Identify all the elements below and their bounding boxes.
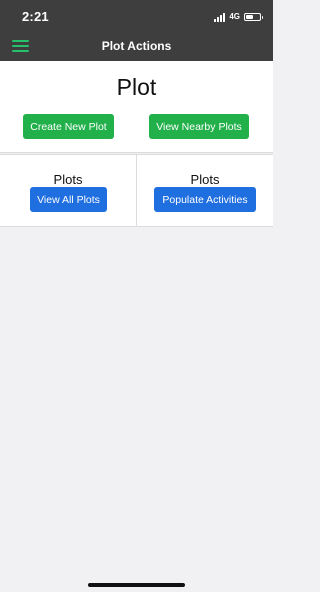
battery-icon: [244, 13, 263, 21]
signal-icon: [214, 12, 226, 22]
view-nearby-plots-button[interactable]: View Nearby Plots: [149, 114, 249, 139]
plots-left-title: Plots: [53, 172, 83, 187]
home-indicator[interactable]: [88, 583, 185, 587]
plots-right-title: Plots: [190, 172, 220, 187]
plot-heading: Plot: [116, 74, 157, 100]
app-screen: 2:21 4G Plot Actions Plot Create New Plo…: [0, 0, 273, 592]
top-bar: 2:21 4G Plot Actions: [0, 0, 273, 61]
battery-fill: [246, 15, 253, 19]
plot-section: Plot Create New Plot View Nearby Plots: [0, 61, 273, 153]
view-all-plots-button[interactable]: View All Plots: [30, 187, 107, 212]
plots-section: Plots View All Plots Plots Populate Acti…: [0, 154, 273, 227]
create-new-plot-button[interactable]: Create New Plot: [23, 114, 114, 139]
column-divider: [136, 155, 137, 226]
status-indicators: 4G: [214, 11, 263, 23]
status-time: 2:21: [22, 9, 49, 24]
page-title: Plot Actions: [101, 39, 172, 53]
network-label: 4G: [229, 12, 240, 21]
populate-activities-button[interactable]: Populate Activities: [154, 187, 256, 212]
